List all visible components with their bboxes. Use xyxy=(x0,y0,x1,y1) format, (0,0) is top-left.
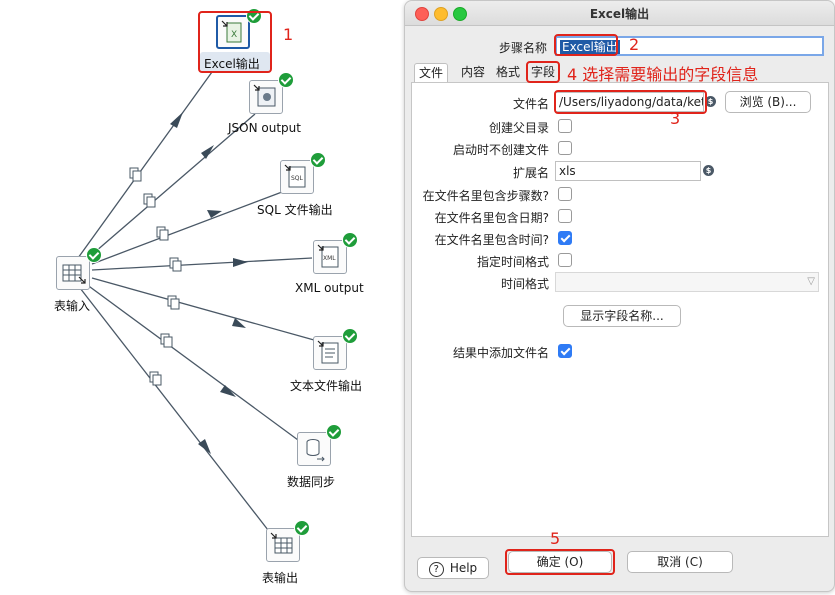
hop-arrow xyxy=(201,145,214,159)
add-to-result-checkbox[interactable] xyxy=(558,344,572,358)
show-field-names-button[interactable]: 显示字段名称... xyxy=(563,305,681,327)
copy-rows-icon xyxy=(169,257,182,272)
annotation-2: 2 xyxy=(629,35,640,54)
copy-rows-icon xyxy=(167,295,180,310)
dialog-title: Excel输出 xyxy=(589,7,650,21)
step-text-file-output[interactable] xyxy=(313,336,347,370)
filename-label: 文件名 xyxy=(512,97,549,111)
specify-time-format-label: 指定时间格式 xyxy=(476,255,549,269)
excel-output-dialog: Excel输出 步骤名称 Excel输出 文件 内容 格式 字段 文件名 /Us… xyxy=(404,0,835,592)
step-ok-icon xyxy=(310,152,326,168)
step-label: SQL 文件输出 xyxy=(257,203,333,217)
copy-rows-icon xyxy=(129,167,142,182)
cancel-button[interactable]: 取消 (C) xyxy=(627,551,733,573)
annotation-box-2 xyxy=(554,34,618,56)
add-to-result-label: 结果中添加文件名 xyxy=(452,346,549,360)
dropdown-arrow-icon: ▽ xyxy=(807,276,815,287)
xml-output-icon: XML xyxy=(317,244,339,268)
time-format-label: 时间格式 xyxy=(500,277,549,291)
variable-icon[interactable]: $ xyxy=(703,165,714,176)
annotation-box-1 xyxy=(198,11,272,73)
help-label: Help xyxy=(449,561,478,575)
include-date-label: 在文件名里包含日期? xyxy=(434,211,549,225)
tab-content[interactable]: 内容 xyxy=(461,63,485,82)
hop-sql[interactable] xyxy=(91,191,283,265)
text-file-output-icon xyxy=(317,340,339,364)
step-label: 文本文件输出 xyxy=(290,379,363,393)
hop-arrow xyxy=(220,385,236,397)
hop-arrow xyxy=(198,439,211,454)
dialog-titlebar[interactable]: Excel输出 xyxy=(405,1,834,26)
help-icon: ? xyxy=(428,562,444,577)
hop-arrow xyxy=(170,112,183,128)
specify-time-format-checkbox[interactable] xyxy=(558,253,572,267)
hop-sync[interactable] xyxy=(85,283,299,441)
step-label: 数据同步 xyxy=(287,475,336,489)
step-ok-icon xyxy=(86,247,102,263)
step-ok-icon xyxy=(342,232,358,248)
create-parent-label: 创建父目录 xyxy=(488,121,549,135)
annotation-4: 4 选择需要输出的字段信息 xyxy=(567,65,759,84)
step-xml-output[interactable]: XML xyxy=(313,240,347,274)
transformation-canvas[interactable]: X Excel输出 JSON output SQL SQL 文件输出 XML X… xyxy=(0,0,400,595)
step-data-sync[interactable] xyxy=(297,432,331,466)
include-time-label: 在文件名里包含时间? xyxy=(434,233,549,247)
annotation-box-3 xyxy=(554,90,707,114)
hop-arrow xyxy=(207,210,222,218)
step-name-label: 步骤名称 xyxy=(498,41,547,55)
annotation-1: 1 xyxy=(283,25,294,44)
include-date-checkbox[interactable] xyxy=(558,209,572,223)
table-output-icon xyxy=(270,532,293,554)
annotation-3: 3 xyxy=(670,109,681,128)
sql-icon-text: SQL xyxy=(291,175,304,182)
step-label: JSON output xyxy=(228,121,301,135)
data-sync-icon xyxy=(306,439,325,462)
step-label: 表输入 xyxy=(54,299,91,313)
hop-excel[interactable] xyxy=(77,71,213,259)
help-button[interactable]: ? Help xyxy=(417,557,489,579)
include-stepnr-label: 在文件名里包含步骤数? xyxy=(422,189,549,203)
time-format-select[interactable]: ▽ xyxy=(555,272,819,292)
step-ok-icon xyxy=(294,520,310,536)
step-ok-icon xyxy=(326,424,342,440)
tab-file[interactable]: 文件 xyxy=(414,63,449,83)
step-label: XML output xyxy=(295,281,364,295)
no-create-on-start-label: 启动时不创建文件 xyxy=(452,143,549,157)
annotation-box-5 xyxy=(505,549,615,575)
step-label: 表输出 xyxy=(262,571,299,585)
extension-label: 扩展名 xyxy=(512,166,549,180)
no-create-on-start-checkbox[interactable] xyxy=(558,141,572,155)
extension-input[interactable]: xls xyxy=(555,161,701,181)
step-ok-icon xyxy=(342,328,358,344)
copy-rows-icon xyxy=(149,371,162,386)
step-json-output[interactable] xyxy=(249,80,283,114)
include-stepnr-checkbox[interactable] xyxy=(558,187,572,201)
step-ok-icon xyxy=(278,72,294,88)
tab-format[interactable]: 格式 xyxy=(496,63,520,82)
sql-output-icon: SQL xyxy=(284,164,306,188)
hop-xml[interactable] xyxy=(91,257,313,271)
annotation-box-4 xyxy=(526,61,560,83)
copy-rows-icon xyxy=(143,193,156,208)
hop-json[interactable] xyxy=(87,113,256,259)
hop-arrow xyxy=(233,258,248,267)
json-output-icon xyxy=(253,84,276,107)
xml-icon-text: XML xyxy=(323,255,336,262)
hop-text[interactable] xyxy=(91,277,315,341)
copy-rows-icon xyxy=(160,333,173,348)
create-parent-checkbox[interactable] xyxy=(558,119,572,133)
include-time-checkbox[interactable] xyxy=(558,231,572,245)
browse-button[interactable]: 浏览 (B)... xyxy=(725,91,811,113)
annotation-5: 5 xyxy=(550,529,561,548)
step-sql-output[interactable]: SQL xyxy=(280,160,314,194)
step-table-input[interactable] xyxy=(56,256,90,290)
table-input-icon xyxy=(62,264,86,284)
